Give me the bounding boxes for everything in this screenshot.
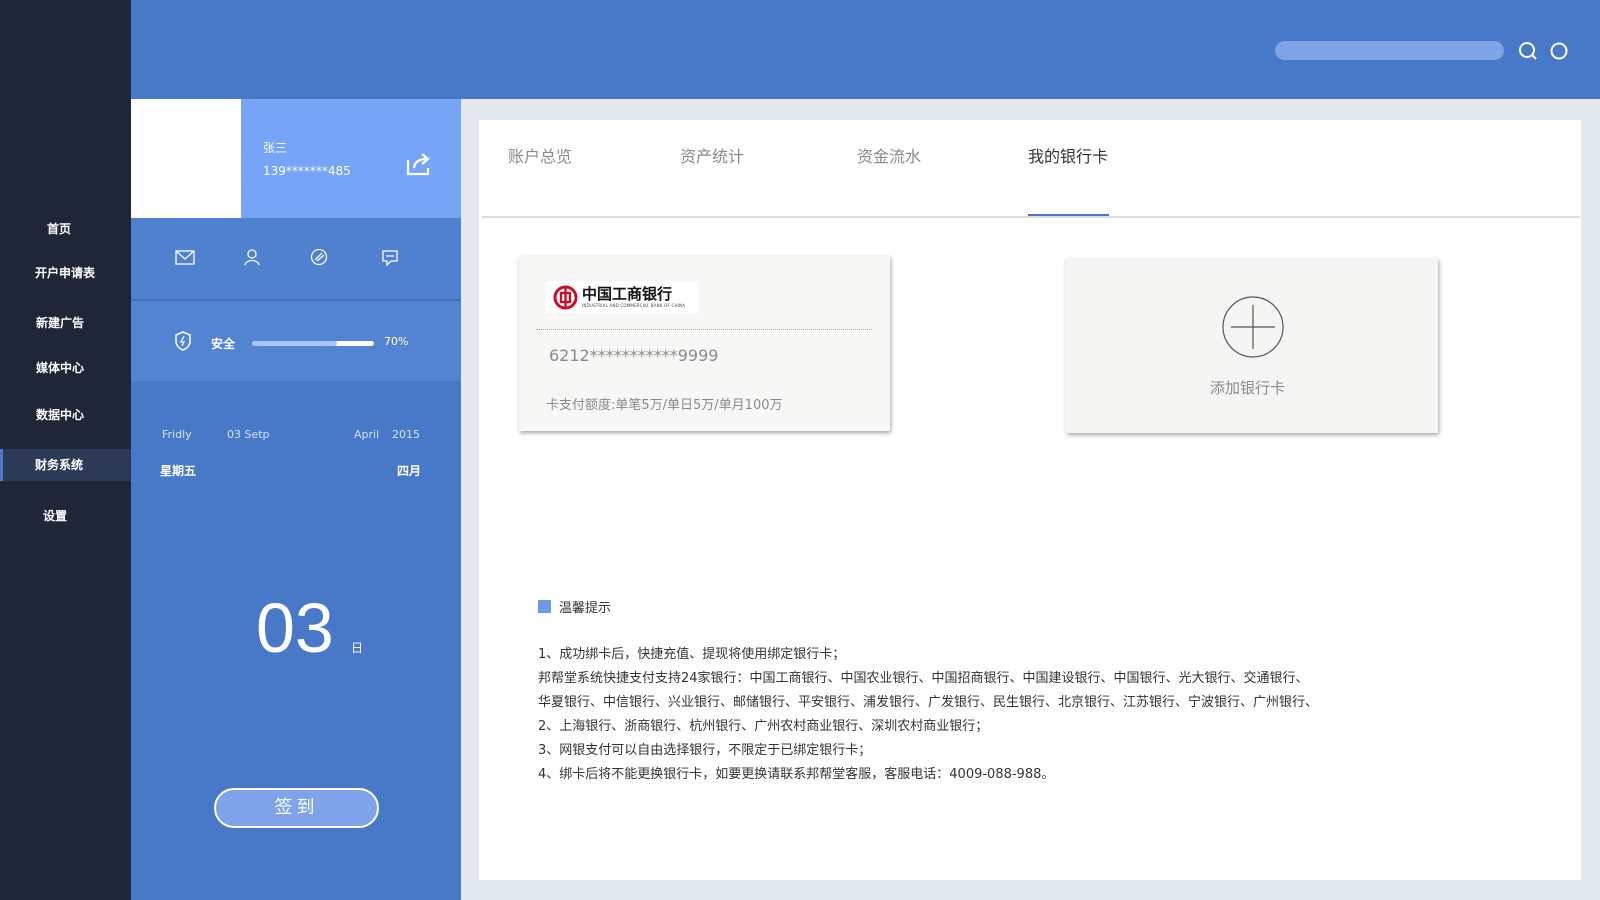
month-en: April bbox=[354, 428, 380, 441]
circle-icon[interactable] bbox=[1549, 41, 1569, 61]
nav-item-new-ad[interactable]: 新建广告 bbox=[0, 307, 120, 339]
icbc-logo-icon bbox=[553, 285, 578, 310]
day-unit: 日 bbox=[351, 641, 364, 655]
weekday-cn: 星期五 bbox=[160, 464, 197, 478]
tab-account-overview[interactable]: 账户总览 bbox=[508, 143, 572, 167]
tab-divider bbox=[482, 216, 1580, 218]
nav-item-data-center[interactable]: 数据中心 bbox=[0, 399, 120, 431]
nav-item-home[interactable]: 首页 bbox=[0, 213, 118, 245]
active-tab-indicator bbox=[1028, 214, 1109, 216]
quick-icons-row bbox=[131, 218, 461, 299]
nav-item-label: 财务系统 bbox=[35, 458, 84, 472]
add-bank-card-label: 添加银行卡 bbox=[1210, 379, 1286, 397]
security-percent: 70% bbox=[384, 335, 409, 348]
tips-line: 3、网银支付可以自由选择银行，不限定于已绑定银行卡； bbox=[538, 743, 872, 758]
tips-line: 2、上海银行、浙商银行、杭州银行、广州农村商业银行、深圳农村商业银行； bbox=[538, 719, 989, 734]
bank-logo: 中国工商银行 INDUSTRIAL AND COMMERCIAL BANK OF… bbox=[546, 281, 698, 313]
tips-marker bbox=[538, 600, 551, 613]
user-icon[interactable] bbox=[241, 246, 263, 268]
bank-name: 中国工商银行 bbox=[582, 285, 673, 303]
mail-icon[interactable] bbox=[174, 246, 196, 268]
nav-item-media-center[interactable]: 媒体中心 bbox=[0, 352, 120, 384]
share-icon[interactable] bbox=[405, 151, 433, 177]
nav-item-label: 开户申请表 bbox=[34, 266, 95, 280]
card-number: 6212***********9999 bbox=[549, 346, 719, 365]
security-progress-fill bbox=[252, 341, 338, 346]
shield-icon bbox=[175, 331, 191, 351]
month-cn: 四月 bbox=[397, 464, 422, 478]
nav-item-settings[interactable]: 设置 bbox=[0, 500, 110, 532]
date-en: 03 Setp bbox=[227, 428, 270, 441]
bank-name-en: INDUSTRIAL AND COMMERCIAL BANK OF CHINA bbox=[582, 303, 686, 308]
search-icon[interactable] bbox=[1518, 41, 1538, 61]
user-name: 张三 bbox=[263, 141, 288, 155]
card-divider bbox=[536, 329, 872, 330]
tips-title: 温馨提示 bbox=[559, 601, 612, 616]
security-progress bbox=[252, 341, 374, 346]
plus-icon bbox=[1222, 296, 1284, 358]
tips-line: 华夏银行、中信银行、兴业银行、邮储银行、平安银行、浦发银行、广发银行、民生银行、… bbox=[538, 695, 1319, 710]
user-phone: 139*******485 bbox=[263, 164, 351, 178]
tips-line: 4、绑卡后将不能更换银行卡，如要更换请联系邦帮堂客服，客服电话：4009-088… bbox=[538, 767, 1055, 782]
avatar[interactable] bbox=[131, 99, 241, 218]
card-limit: 卡支付额度:单笔5万/单日5万/单月100万 bbox=[546, 398, 783, 413]
nav-item-label: 媒体中心 bbox=[35, 361, 84, 375]
checkin-button[interactable]: 签到 bbox=[214, 788, 379, 828]
nav-item-label: 设置 bbox=[42, 509, 67, 523]
search-input[interactable] bbox=[1275, 41, 1504, 60]
security-label: 安全 bbox=[211, 337, 236, 351]
link-icon[interactable] bbox=[308, 246, 330, 268]
year: 2015 bbox=[392, 428, 420, 441]
tips-line: 邦帮堂系统快捷支付支持24家银行：中国工商银行、中国农业银行、中国招商银行、中国… bbox=[538, 671, 1309, 686]
tab-fund-flow[interactable]: 资金流水 bbox=[857, 143, 921, 167]
chat-icon[interactable] bbox=[379, 246, 401, 268]
tab-my-bank-cards[interactable]: 我的银行卡 bbox=[1028, 143, 1108, 167]
sidebar-nav: 首页 开户申请表 新建广告 媒体中心 数据中心 财务系统 设置 bbox=[0, 0, 131, 900]
nav-item-label: 新建广告 bbox=[35, 316, 84, 330]
tab-asset-statistics[interactable]: 资产统计 bbox=[680, 143, 744, 167]
nav-item-finance[interactable]: 财务系统 bbox=[0, 449, 131, 481]
weekday-en: Fridly bbox=[162, 428, 192, 441]
tips-line: 1、成功绑卡后，快捷充值、提现将使用绑定银行卡； bbox=[538, 647, 846, 662]
nav-item-label: 数据中心 bbox=[35, 408, 84, 422]
nav-item-label: 首页 bbox=[46, 222, 71, 236]
nav-item-account-application[interactable]: 开户申请表 bbox=[0, 257, 130, 289]
day-number: 03 bbox=[256, 589, 334, 667]
